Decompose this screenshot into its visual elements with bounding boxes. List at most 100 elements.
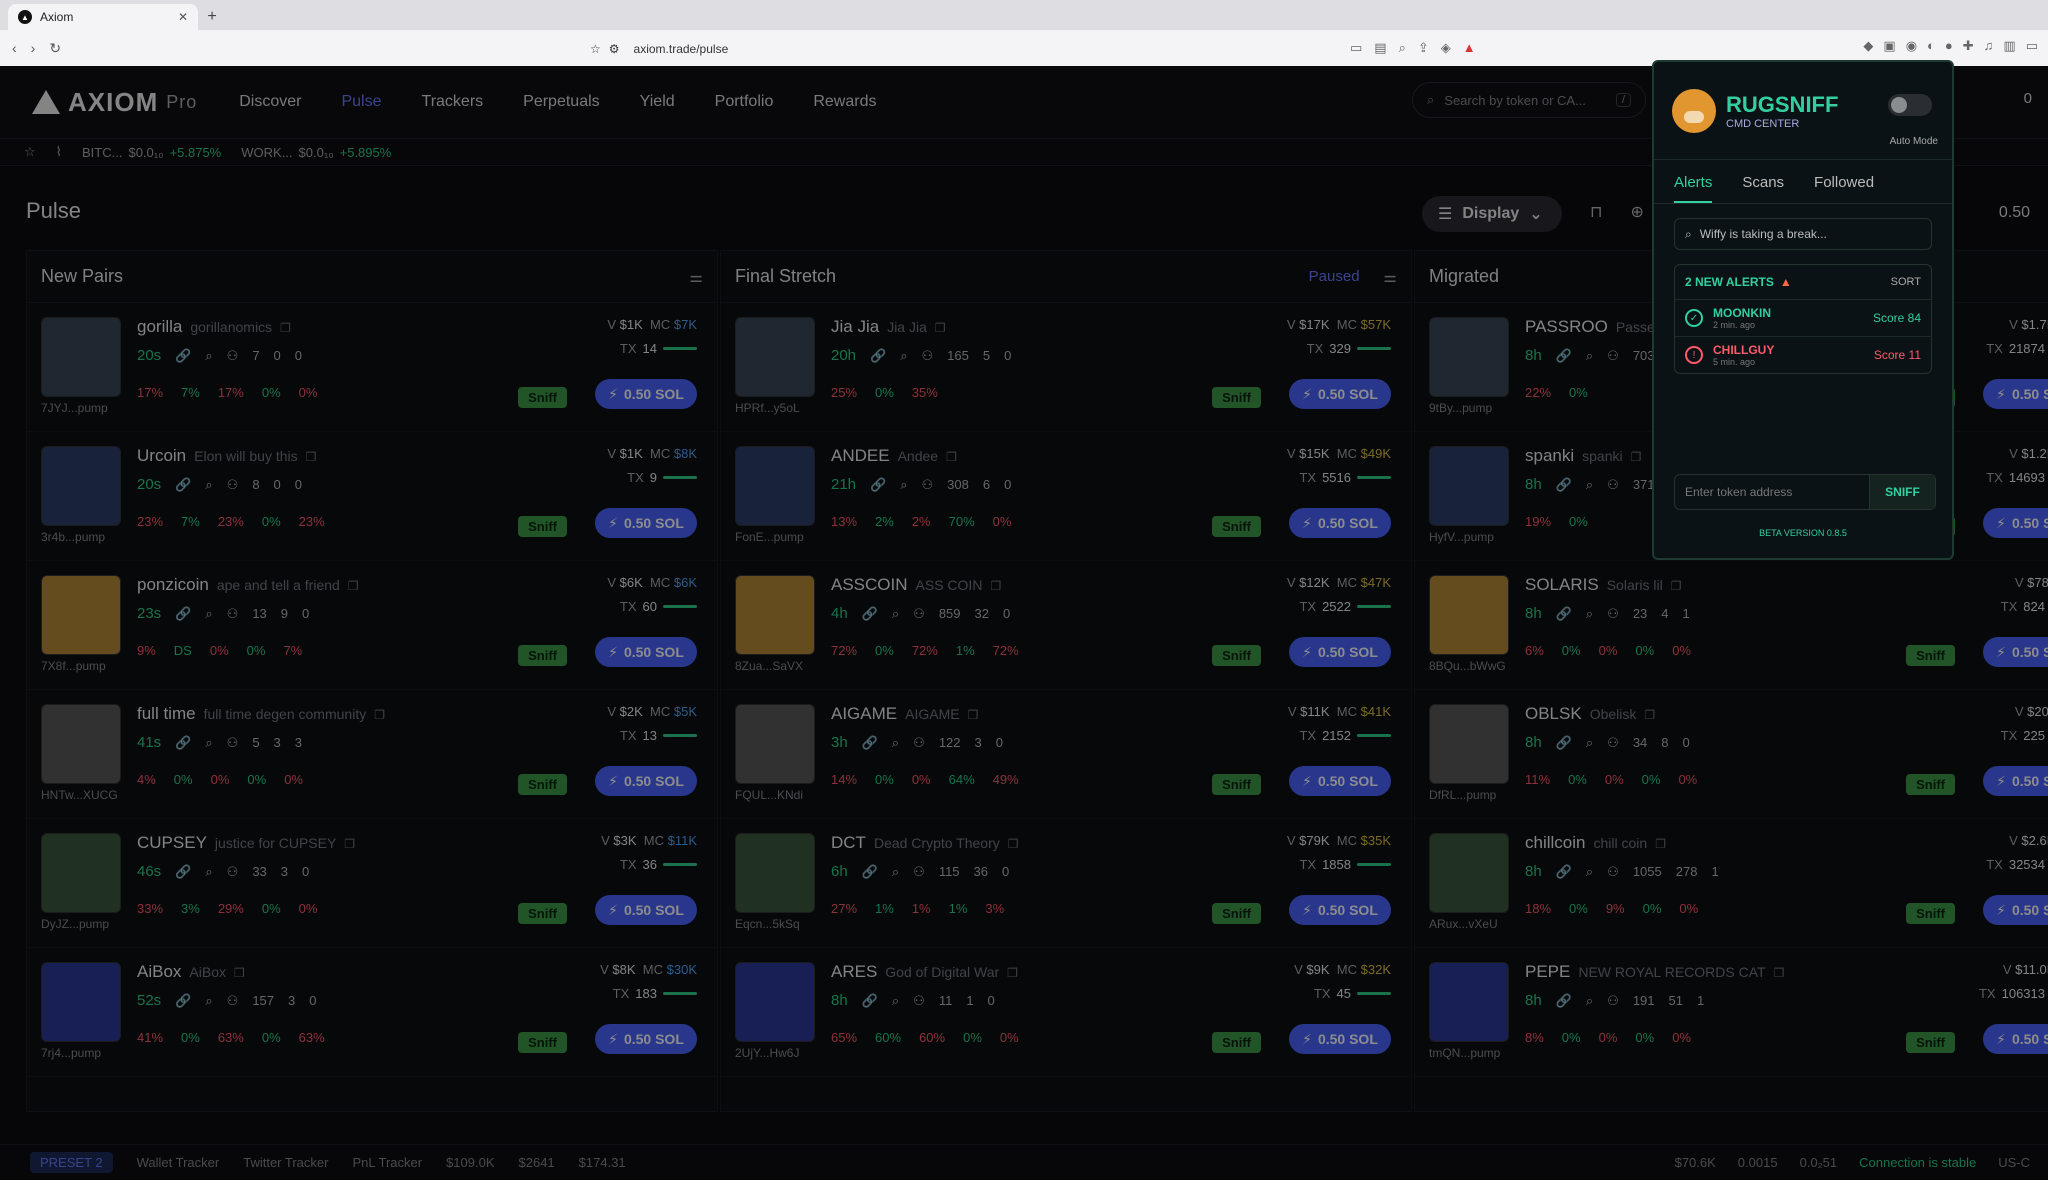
close-tab-icon[interactable]: ✕	[178, 10, 188, 24]
rugsniff-extension-icon[interactable]: ●	[1945, 38, 1953, 54]
link-icon[interactable]: 🔗	[175, 477, 191, 493]
token-address[interactable]: HNTw...XUCG	[41, 788, 118, 802]
media-icon[interactable]: ♫	[1984, 38, 1994, 54]
quick-buy-button[interactable]: ⚡ 0.50 SOL	[1983, 637, 2048, 667]
quick-buy-button[interactable]: ⚡ 0.50 SOL	[1983, 379, 2048, 409]
token-symbol[interactable]: spanki	[1525, 446, 1574, 466]
sniff-button[interactable]: Sniff	[1212, 516, 1261, 537]
token-address-input[interactable]: Enter token address SNIFF	[1674, 474, 1936, 510]
tab-followed[interactable]: Followed	[1814, 174, 1874, 203]
search-icon[interactable]: ⌕	[205, 993, 212, 1009]
filter-icon[interactable]: ⚌	[1384, 268, 1397, 286]
extension-icon[interactable]: ◆	[1863, 38, 1873, 54]
link-icon[interactable]: 🔗	[1556, 606, 1572, 622]
token-image[interactable]	[735, 704, 815, 784]
search-icon[interactable]: ⌕	[205, 477, 212, 493]
token-symbol[interactable]: CUPSEY	[137, 833, 207, 853]
sniff-button[interactable]: Sniff	[1906, 774, 1955, 795]
token-search[interactable]: ⌕ Search by token or CA... /	[1412, 82, 1646, 118]
sniff-button[interactable]: Sniff	[1212, 387, 1261, 408]
site-info-icon[interactable]: ⚙	[609, 42, 620, 56]
copy-icon[interactable]: ❐	[348, 579, 359, 593]
nav-discover[interactable]: Discover	[239, 93, 301, 111]
token-symbol[interactable]: PEPE	[1525, 962, 1570, 982]
token-image[interactable]	[735, 446, 815, 526]
quick-buy-button[interactable]: ⚡ 0.50 SOL	[1983, 895, 2048, 925]
ticker-item[interactable]: WORK... $0.0₁₀ +5.895%	[241, 145, 391, 160]
token-row[interactable]: 8BQu...bWwG SOLARIS Solaris lil ❐ 8h 🔗 ⌕ ⚇ 23 4 1 6…	[1415, 561, 2048, 690]
reload-icon[interactable]: ↻	[49, 40, 61, 57]
token-image[interactable]	[41, 317, 121, 397]
search-icon[interactable]: ⌕	[205, 864, 212, 880]
token-image[interactable]	[41, 833, 121, 913]
token-symbol[interactable]: ARES	[831, 962, 877, 982]
token-image[interactable]	[41, 446, 121, 526]
token-symbol[interactable]: ponzicoin	[137, 575, 209, 595]
token-image[interactable]	[1429, 833, 1509, 913]
search-icon[interactable]: ⌕	[1586, 606, 1593, 622]
search-icon[interactable]: ⌕	[1586, 348, 1593, 364]
copy-icon[interactable]: ❐	[280, 321, 291, 335]
preset-button[interactable]: PRESET 2	[30, 1152, 113, 1173]
search-icon[interactable]: ⌕	[900, 348, 907, 364]
url-text[interactable]: axiom.trade/pulse	[634, 42, 729, 56]
sniff-button[interactable]: Sniff	[518, 516, 567, 537]
token-symbol[interactable]: gorilla	[137, 317, 182, 337]
crosshair-icon[interactable]: ⊕	[1630, 202, 1643, 222]
tab-scans[interactable]: Scans	[1742, 174, 1784, 203]
token-image[interactable]	[735, 575, 815, 655]
token-symbol[interactable]: chillcoin	[1525, 833, 1585, 853]
token-address[interactable]: 7JYJ...pump	[41, 401, 108, 415]
token-symbol[interactable]: ASSCOIN	[831, 575, 908, 595]
install-icon[interactable]: ▭	[1350, 40, 1362, 56]
token-symbol[interactable]: SOLARIS	[1525, 575, 1599, 595]
search-icon[interactable]: ⌕	[1586, 993, 1593, 1009]
token-row[interactable]: 8Zua...SaVX ASSCOIN ASS COIN ❐ 4h 🔗 ⌕ ⚇ 859 32 0 72…	[721, 561, 1411, 690]
link-icon[interactable]: 🔗	[862, 993, 878, 1009]
token-image[interactable]	[41, 704, 121, 784]
tab-alerts[interactable]: Alerts	[1674, 174, 1713, 203]
bookmark-icon[interactable]: ⊓	[1590, 202, 1602, 222]
new-tab-icon[interactable]: +	[198, 4, 226, 30]
search-icon[interactable]: ⌕	[1586, 735, 1593, 751]
token-row[interactable]: DfRL...pump OBLSK Obelisk ❐ 8h 🔗 ⌕ ⚇ 34 8 0 11% 0% 0%…	[1415, 690, 2048, 819]
token-row[interactable]: 2UjY...Hw6J ARES God of Digital War ❐ 8h 🔗 ⌕ ⚇ 1…	[721, 948, 1411, 1077]
link-icon[interactable]: 🔗	[1556, 993, 1572, 1009]
sniff-button[interactable]: Sniff	[1906, 645, 1955, 666]
token-symbol[interactable]: full time	[137, 704, 196, 724]
copy-icon[interactable]: ❐	[306, 450, 317, 464]
token-row[interactable]: HPRf...y5oL Jia Jia Jia Jia ❐ 20h 🔗 ⌕ ⚇ 165 5 0 25%…	[721, 303, 1411, 432]
back-icon[interactable]: ‹	[12, 40, 17, 56]
nav-yield[interactable]: Yield	[640, 93, 675, 111]
link-icon[interactable]: 🔗	[1556, 477, 1572, 493]
search-icon[interactable]: ⌕	[205, 348, 212, 364]
logo[interactable]: AXIOM Pro	[32, 87, 197, 118]
search-icon[interactable]: ⌕	[1586, 864, 1593, 880]
token-symbol[interactable]: ANDEE	[831, 446, 890, 466]
token-row[interactable]: FQUL...KNdi AIGAME AIGAME ❐ 3h 🔗 ⌕ ⚇ 122 3 0 14% 0% 0…	[721, 690, 1411, 819]
token-row[interactable]: Eqcn...5kSq DCT Dead Crypto Theory ❐ 6h 🔗 ⌕ ⚇ 11…	[721, 819, 1411, 948]
token-symbol[interactable]: DCT	[831, 833, 866, 853]
copy-icon[interactable]: ❐	[1007, 966, 1018, 980]
search-icon[interactable]: ⌕	[892, 864, 899, 880]
search-icon[interactable]: ⌕	[1586, 477, 1593, 493]
quick-buy-button[interactable]: ⚡ 0.50 SOL	[595, 895, 697, 925]
pnl-tracker-link[interactable]: PnL Tracker	[352, 1155, 422, 1170]
token-address[interactable]: ARux...vXeU	[1429, 917, 1498, 931]
sniff-button[interactable]: Sniff	[1906, 1032, 1955, 1053]
copy-icon[interactable]: ❐	[1671, 579, 1682, 593]
token-row[interactable]: 3r4b...pump Urcoin Elon will buy this ❐ 20s 🔗…	[27, 432, 717, 561]
token-address[interactable]: 2UjY...Hw6J	[735, 1046, 799, 1060]
token-row[interactable]: FonE...pump ANDEE Andee ❐ 21h 🔗 ⌕ ⚇ 308 6 0 13% 2% 2%…	[721, 432, 1411, 561]
token-address[interactable]: FQUL...KNdi	[735, 788, 803, 802]
link-icon[interactable]: 🔗	[1556, 735, 1572, 751]
token-row[interactable]: tmQN...pump PEPE NEW ROYAL RECORDS CAT ❐ 8h 🔗…	[1415, 948, 2048, 1077]
sniff-button[interactable]: Sniff	[518, 774, 567, 795]
copy-icon[interactable]: ❐	[374, 708, 385, 722]
link-icon[interactable]: 🔗	[870, 348, 886, 364]
share-icon[interactable]: ⇪	[1418, 40, 1429, 56]
window-icon[interactable]: ▭	[2026, 38, 2038, 54]
twitter-tracker-link[interactable]: Twitter Tracker	[243, 1155, 328, 1170]
sniff-button[interactable]: Sniff	[1906, 903, 1955, 924]
copy-icon[interactable]: ❐	[234, 966, 245, 980]
